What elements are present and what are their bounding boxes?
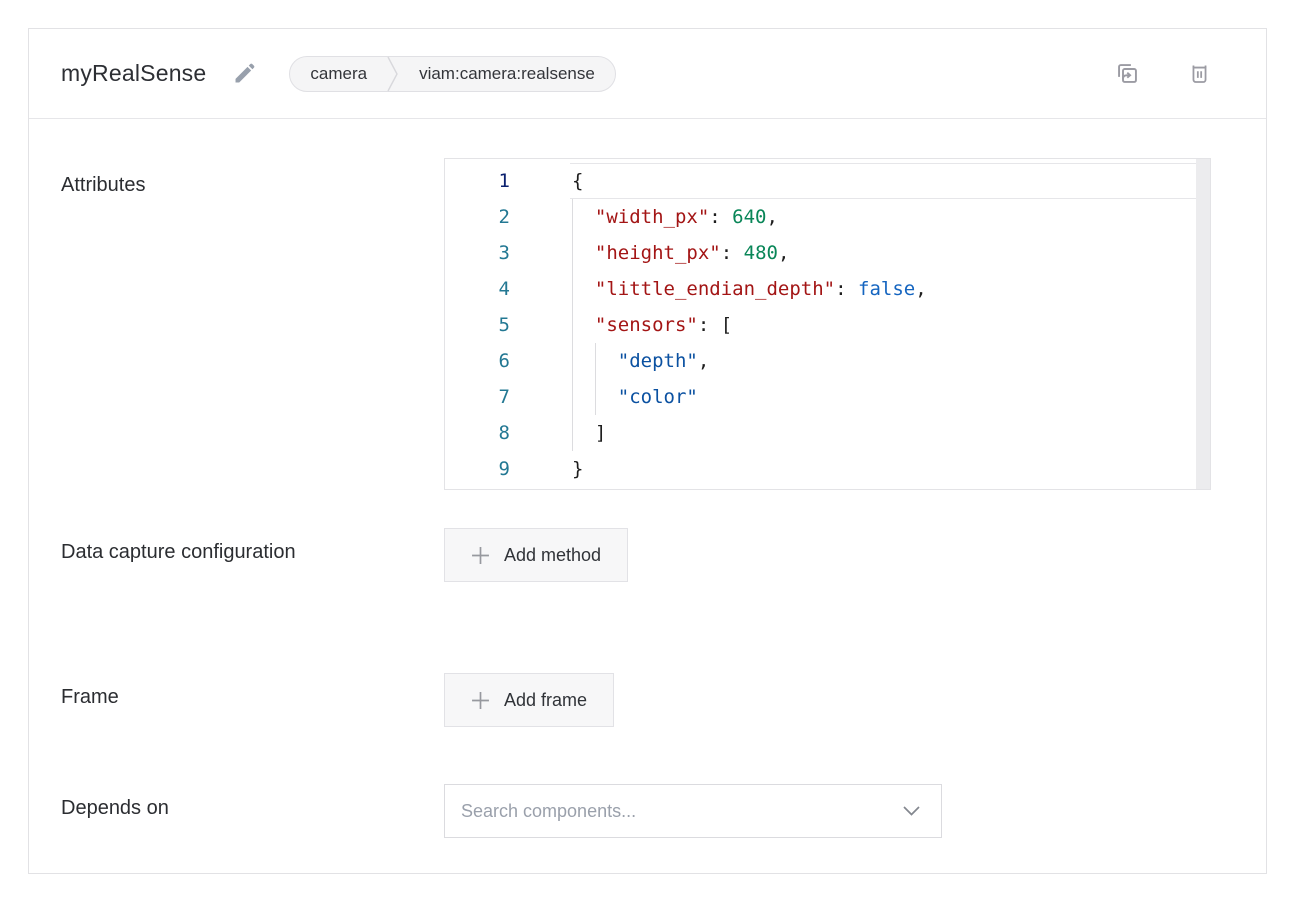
code-line: ] — [570, 415, 1196, 451]
header-actions — [1114, 60, 1212, 87]
frame-row: Frame Add frame — [29, 673, 1266, 727]
add-method-label: Add method — [504, 545, 601, 566]
editor-code-area: { "width_px": 640, "height_px": 480, "li… — [570, 163, 1196, 485]
component-name: myRealSense — [61, 60, 206, 87]
component-category: camera — [290, 64, 387, 84]
code-line: "little_endian_depth": false, — [570, 271, 1196, 307]
frame-label: Frame — [61, 673, 444, 727]
component-type-pill: camera viam:camera:realsense — [289, 56, 615, 92]
trash-icon — [1187, 61, 1212, 86]
duplicate-icon — [1114, 60, 1141, 87]
line-number: 6 — [445, 343, 570, 379]
line-number: 7 — [445, 379, 570, 415]
line-number: 4 — [445, 271, 570, 307]
line-number: 3 — [445, 235, 570, 271]
attributes-row: Attributes 123456789 { "width_px": 640, … — [29, 158, 1266, 490]
search-components-input[interactable] — [444, 784, 942, 838]
code-line: } — [570, 451, 1196, 487]
line-number: 1 — [445, 163, 570, 199]
editor-gutter: 123456789 — [445, 163, 570, 487]
attributes-json-editor[interactable]: 123456789 { "width_px": 640, "height_px"… — [444, 158, 1211, 490]
code-line: "height_px": 480, — [570, 235, 1196, 271]
add-frame-label: Add frame — [504, 690, 587, 711]
code-line: { — [570, 163, 1196, 199]
code-line: "width_px": 640, — [570, 199, 1196, 235]
editor-scrollbar[interactable] — [1196, 159, 1210, 489]
attributes-label: Attributes — [61, 158, 444, 490]
plus-icon — [471, 546, 490, 565]
delete-button[interactable] — [1187, 61, 1212, 86]
line-number: 8 — [445, 415, 570, 451]
component-model: viam:camera:realsense — [399, 64, 615, 84]
component-config-card: myRealSense camera viam:camera:realsense — [28, 28, 1267, 874]
line-number: 9 — [445, 451, 570, 487]
code-line: "color" — [570, 379, 1196, 415]
depends-on-label: Depends on — [61, 784, 444, 838]
depends-on-select — [444, 784, 942, 838]
plus-icon — [471, 691, 490, 710]
add-frame-button[interactable]: Add frame — [444, 673, 614, 727]
pill-chevron-divider — [387, 56, 399, 92]
add-method-button[interactable]: Add method — [444, 528, 628, 582]
code-line: "depth", — [570, 343, 1196, 379]
line-number: 5 — [445, 307, 570, 343]
data-capture-row: Data capture configuration Add method — [29, 528, 1266, 608]
line-number: 2 — [445, 199, 570, 235]
card-header: myRealSense camera viam:camera:realsense — [29, 29, 1266, 119]
edit-name-button[interactable] — [232, 61, 257, 86]
duplicate-button[interactable] — [1114, 60, 1141, 87]
pencil-icon — [232, 61, 257, 86]
depends-on-row: Depends on — [29, 784, 1266, 838]
data-capture-label: Data capture configuration — [61, 528, 444, 608]
code-line: "sensors": [ — [570, 307, 1196, 343]
